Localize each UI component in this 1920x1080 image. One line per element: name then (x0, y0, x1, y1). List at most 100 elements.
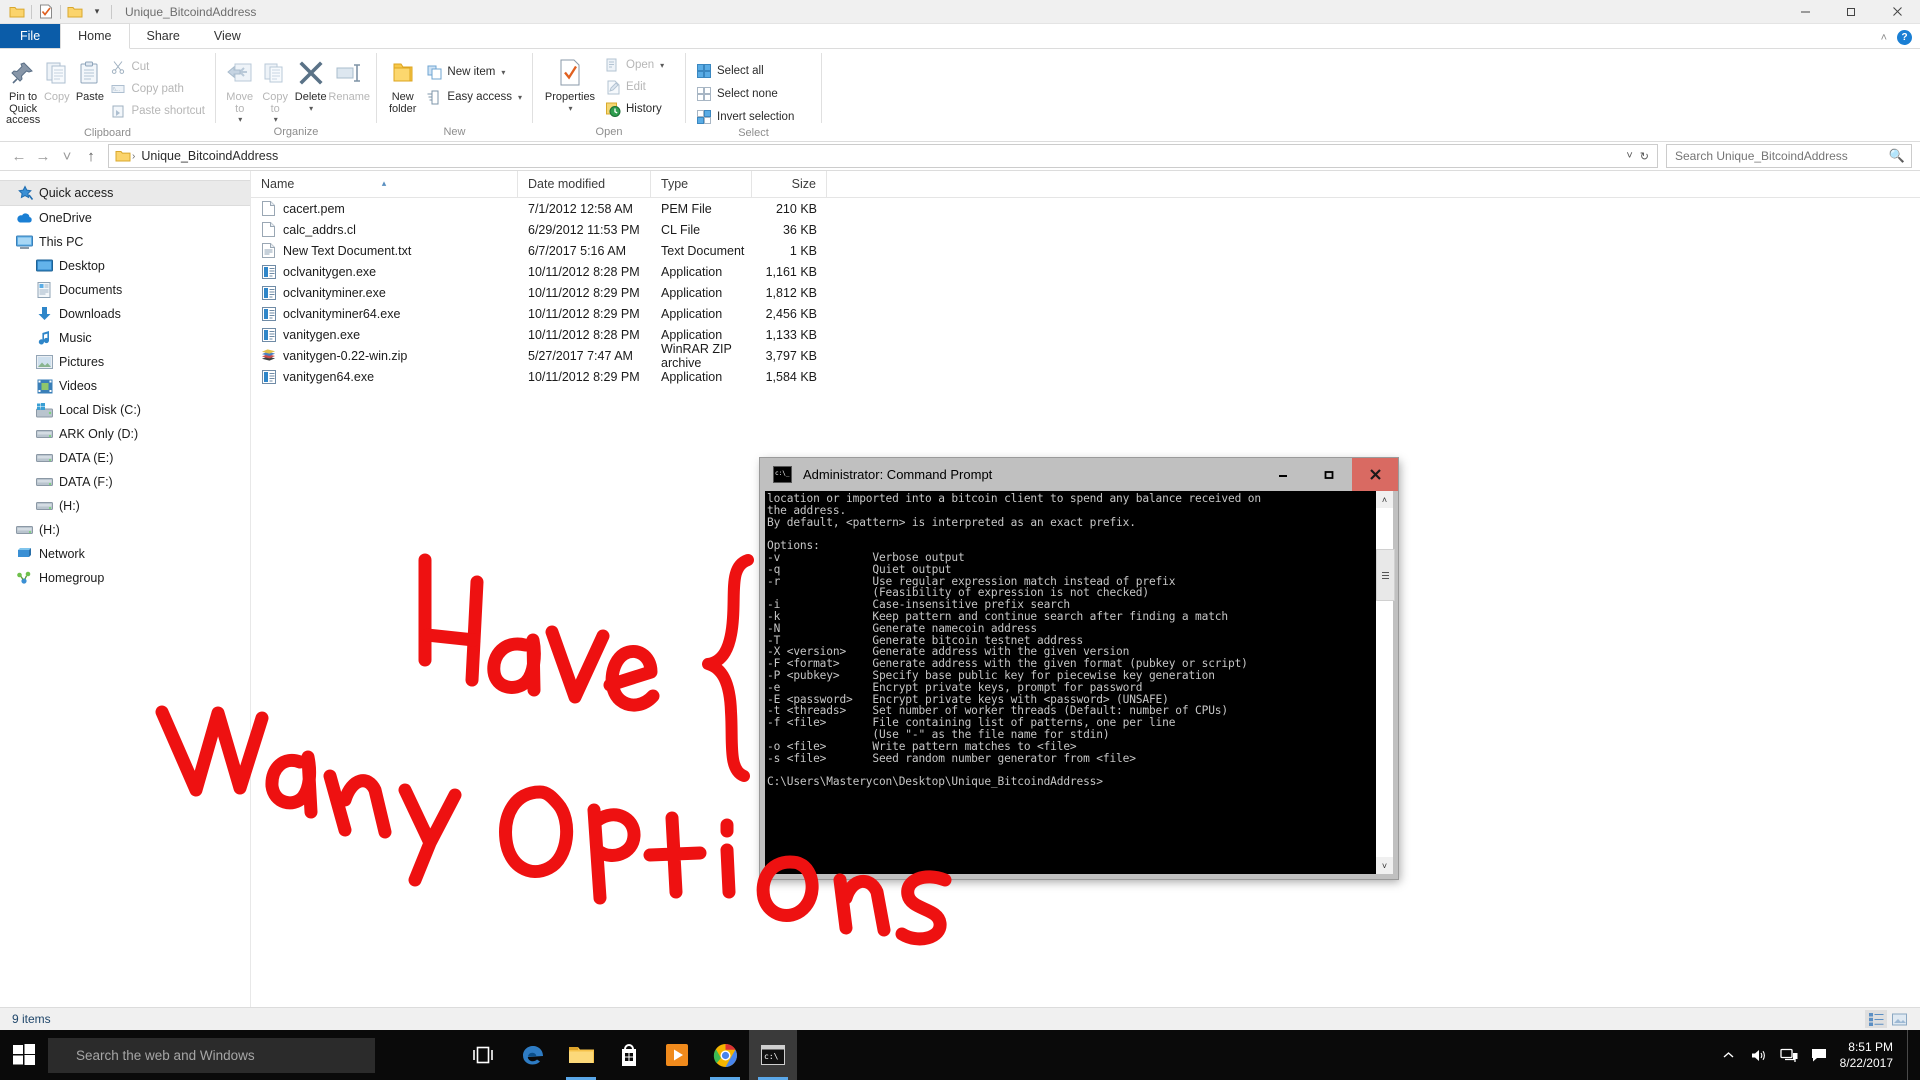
speaker-icon[interactable] (1744, 1030, 1774, 1080)
tab-view[interactable]: View (197, 24, 258, 48)
command-prompt-button[interactable]: c:\ (749, 1030, 797, 1080)
sidebar-item-ark-only-d[interactable]: ARK Only (D:) (0, 422, 250, 446)
edit-button[interactable]: Edit (601, 77, 668, 97)
properties-check-icon[interactable] (35, 1, 57, 22)
tab-home[interactable]: Home (60, 23, 130, 49)
help-icon[interactable]: ? (1897, 30, 1912, 45)
file-name-cell[interactable]: New Text Document.txt (251, 243, 518, 259)
easy-access-button[interactable]: Easy access ▾ (422, 87, 526, 107)
sidebar-item-downloads[interactable]: Downloads (0, 302, 250, 326)
sidebar-item-this-pc[interactable]: This PC (0, 230, 250, 254)
table-row[interactable]: oclvanityminer.exe 10/11/2012 8:29 PM Appl… (251, 282, 1920, 303)
chevron-down-icon[interactable]: ▾ (274, 115, 278, 124)
file-name-cell[interactable]: calc_addrs.cl (251, 222, 518, 238)
minimize-button[interactable] (1782, 0, 1828, 23)
movies-tv-button[interactable] (653, 1030, 701, 1080)
scroll-thumb[interactable] (1376, 549, 1395, 601)
file-explorer-button[interactable] (557, 1030, 605, 1080)
table-row[interactable]: cacert.pem 7/1/2012 12:58 AM PEM File 210 K… (251, 198, 1920, 219)
properties-button[interactable]: Properties ▾ (539, 53, 601, 113)
file-name-cell[interactable]: vanitygen64.exe (251, 369, 518, 385)
column-header-size[interactable]: Size (752, 171, 827, 197)
sidebar-item-h[interactable]: (H:) (0, 494, 250, 518)
network-tray-icon[interactable] (1774, 1030, 1804, 1080)
customize-chevron-icon[interactable]: ▾ (86, 1, 108, 22)
table-row[interactable]: vanitygen-0.22-win.zip 5/27/2017 7:47 AM W… (251, 342, 1920, 370)
sidebar-item-pictures[interactable]: Pictures (0, 350, 250, 374)
cmd-close-button[interactable] (1352, 458, 1398, 491)
search-icon[interactable]: 🔍 (1889, 148, 1905, 164)
sidebar-item-data-e[interactable]: DATA (E:) (0, 446, 250, 470)
invert-selection-button[interactable]: Invert selection (692, 107, 798, 127)
scroll-down-icon[interactable]: ˅ (1376, 857, 1393, 874)
back-button[interactable]: ← (8, 145, 30, 167)
chevron-down-icon[interactable]: ▾ (238, 115, 242, 124)
chevron-down-icon[interactable]: ▾ (501, 68, 505, 77)
file-name-cell[interactable]: cacert.pem (251, 201, 518, 217)
table-row[interactable]: oclvanityminer64.exe 10/11/2012 8:29 PM Ap… (251, 303, 1920, 324)
table-row[interactable]: oclvanitygen.exe 10/11/2012 8:28 PM Applic… (251, 261, 1920, 282)
copy-path-button[interactable]: \\... Copy path (106, 79, 209, 99)
breadcrumb[interactable]: › Unique_BitcoindAddress ˅ ↻ (108, 144, 1658, 168)
file-name-cell[interactable]: vanitygen.exe (251, 327, 518, 343)
delete-button[interactable]: Delete ▾ (293, 53, 328, 113)
tab-file[interactable]: File (0, 24, 61, 48)
open-button[interactable]: Open ▾ (601, 55, 668, 75)
search-input[interactable] (1673, 148, 1889, 164)
cmd-minimize-button[interactable] (1260, 458, 1306, 491)
chevron-down-icon[interactable]: ▾ (309, 104, 313, 113)
cmd-output-area[interactable]: location or imported into a bitcoin clie… (765, 491, 1375, 874)
close-button[interactable] (1874, 0, 1920, 23)
scroll-up-icon[interactable]: ˄ (1376, 491, 1393, 508)
select-none-button[interactable]: Select none (692, 84, 798, 104)
store-button[interactable] (605, 1030, 653, 1080)
sidebar-item-onedrive[interactable]: OneDrive (0, 206, 250, 230)
maximize-button[interactable] (1828, 0, 1874, 23)
sidebar-item-local-disk-c[interactable]: Local Disk (C:) (0, 398, 250, 422)
move-to-button[interactable]: Move to ▾ (222, 53, 257, 124)
copy-button[interactable]: Copy (40, 53, 73, 104)
sidebar-item-network[interactable]: Network (0, 542, 250, 566)
forward-button[interactable]: → (32, 145, 54, 167)
history-button[interactable]: History (601, 99, 668, 119)
table-row[interactable]: vanitygen64.exe 10/11/2012 8:29 PM Applica… (251, 366, 1920, 387)
column-header-type[interactable]: Type (651, 171, 752, 197)
sidebar-item-homegroup[interactable]: Homegroup (0, 566, 250, 590)
pin-to-quick-access-button[interactable]: Pin to Quick access (6, 53, 40, 127)
sidebar-item-h[interactable]: (H:) (0, 518, 250, 542)
chevron-down-icon[interactable]: ▾ (518, 93, 522, 102)
task-view-button[interactable] (461, 1030, 509, 1080)
scroll-track[interactable] (1376, 508, 1395, 857)
large-icons-view-icon[interactable] (1888, 1010, 1910, 1028)
sidebar-item-videos[interactable]: Videos (0, 374, 250, 398)
cmd-scrollbar[interactable]: ˄ ˅ (1375, 491, 1395, 874)
clock[interactable]: 8:51 PM 8/22/2017 (1834, 1030, 1907, 1080)
recent-locations-button[interactable]: ˅ (56, 145, 78, 167)
cut-button[interactable]: Cut (106, 57, 209, 77)
chevron-down-icon[interactable]: ▾ (660, 61, 664, 70)
file-name-cell[interactable]: oclvanityminer64.exe (251, 306, 518, 322)
show-desktop-button[interactable] (1907, 1030, 1916, 1080)
table-row[interactable]: vanitygen.exe 10/11/2012 8:28 PM Applicati… (251, 324, 1920, 345)
details-view-icon[interactable] (1865, 1010, 1887, 1028)
rename-button[interactable]: Rename (328, 53, 370, 104)
sidebar-item-quick-access[interactable]: Quick access (0, 180, 250, 206)
taskbar-search-box[interactable]: Search the web and Windows (48, 1037, 375, 1073)
table-row[interactable]: calc_addrs.cl 6/29/2012 11:53 PM CL File 36… (251, 219, 1920, 240)
edge-button[interactable] (509, 1030, 557, 1080)
chrome-button[interactable] (701, 1030, 749, 1080)
refresh-icon[interactable]: ↻ (1640, 150, 1649, 163)
action-center-icon[interactable] (1804, 1030, 1834, 1080)
breadcrumb-current[interactable]: Unique_BitcoindAddress (136, 149, 283, 163)
sidebar-item-data-f[interactable]: DATA (F:) (0, 470, 250, 494)
new-item-button[interactable]: New item ▾ (422, 62, 526, 82)
tab-share[interactable]: Share (130, 24, 197, 48)
collapse-ribbon-icon[interactable]: ˄ (1881, 32, 1887, 44)
chevron-down-icon[interactable]: ▾ (568, 104, 572, 113)
breadcrumb-dropdown-icon[interactable]: ˅ (1626, 150, 1632, 162)
sidebar-item-music[interactable]: Music (0, 326, 250, 350)
start-button[interactable] (0, 1030, 48, 1080)
cmd-maximize-button[interactable] (1306, 458, 1352, 491)
folder-icon[interactable] (6, 1, 28, 22)
new-folder-icon[interactable] (64, 1, 86, 22)
